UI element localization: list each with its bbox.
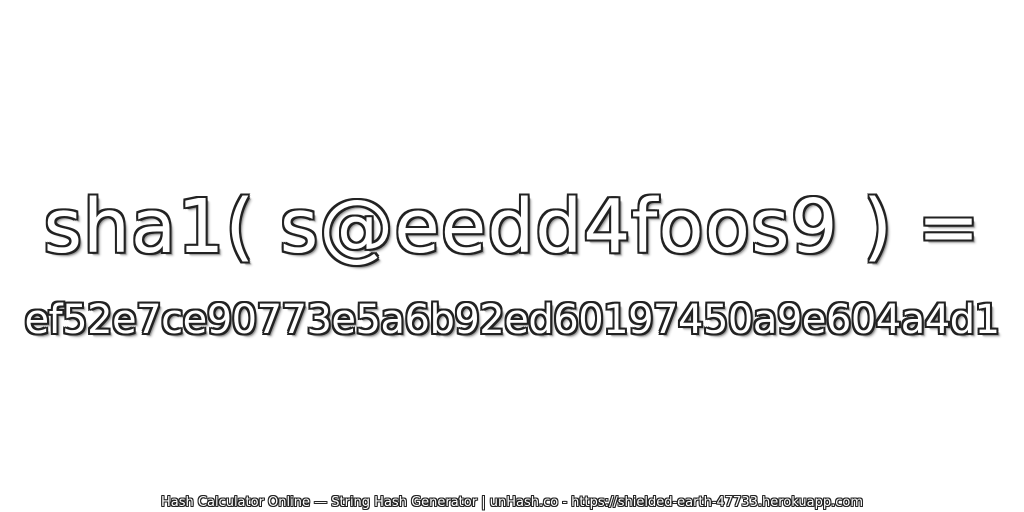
hash-result-value: ef52e7ce90773e5a6b92ed60197450a9e604a4d1 xyxy=(24,297,1000,343)
hash-expression-title: sha1( s@eedd4foos9 ) = xyxy=(43,184,981,270)
footer-caption: Hash Calculator Online — String Hash Gen… xyxy=(161,495,863,510)
